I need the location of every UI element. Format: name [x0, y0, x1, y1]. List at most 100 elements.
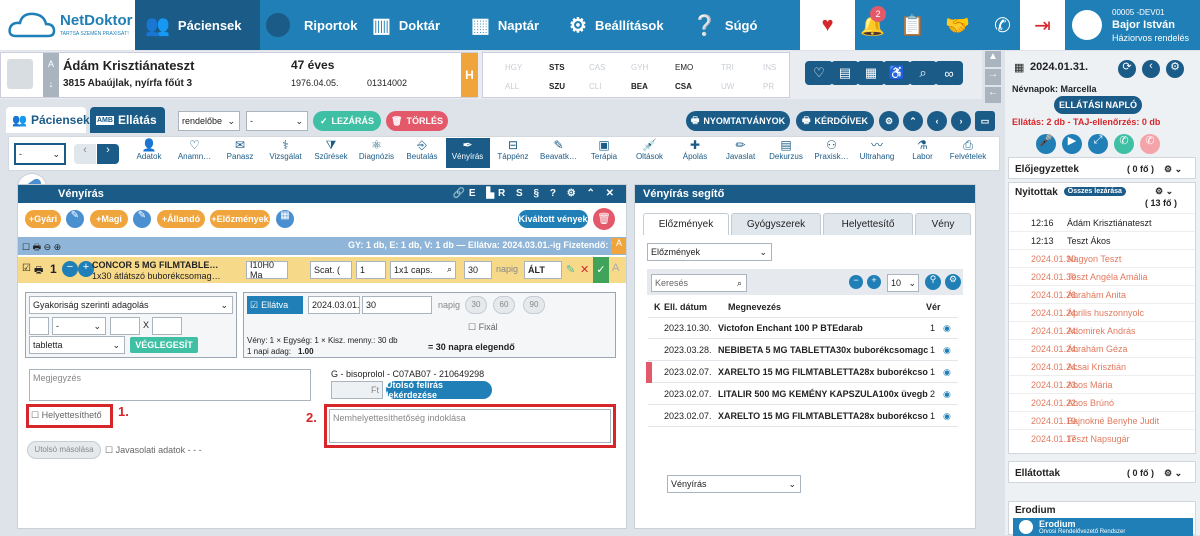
preset-30-button[interactable]: 30	[465, 296, 487, 314]
tool-beutalás[interactable]: ⎆ Beutalás	[400, 138, 444, 168]
table-row[interactable]: 2023.02.07. LITALIR 500 MG KEMÉNY KAPSZUL…	[648, 384, 958, 405]
search-icon[interactable]: ⌕	[447, 264, 452, 275]
vital-pr[interactable]: PR	[763, 82, 774, 91]
tool-panasz[interactable]: ✉ Panasz	[218, 138, 262, 168]
tool-select[interactable]: - ⌄	[14, 143, 66, 165]
vital-tri[interactable]: TRI	[721, 63, 734, 72]
list-item[interactable]: 2024.01.23. Abos Mária	[1009, 375, 1195, 393]
tab-veny[interactable]: Vény	[915, 213, 971, 235]
tool-diagnózis[interactable]: ⚛ Diagnózis	[355, 138, 399, 168]
veglegesit-button[interactable]: VÉGLEGESÍT	[130, 337, 198, 353]
vital-all[interactable]: ALL	[505, 82, 519, 91]
patient-card[interactable]: A ↓ Ádám Krisztiánateszt 3815 Abaújlak, n…	[0, 52, 478, 98]
call-icon[interactable]: ✆	[1114, 134, 1134, 154]
tool-labor[interactable]: ⚗ Labor	[901, 138, 945, 168]
count-select[interactable]: 1	[356, 261, 386, 279]
gyari-button[interactable]: +Gyári	[25, 210, 61, 228]
tab-gyogyszerek[interactable]: Gyógyszerek	[731, 213, 821, 235]
megjegyzes-textarea[interactable]: Megjegyzés	[29, 369, 311, 401]
vital-gyh[interactable]: GYH	[631, 63, 648, 72]
bottom-select[interactable]: Vényírás ⌄	[667, 475, 801, 493]
list-item[interactable]: 12:13 Teszt Ákos	[1009, 231, 1195, 249]
ellatva-days-input[interactable]: 30	[362, 296, 432, 314]
header-icons[interactable]: 🔗E ▙R S § ? ⚙ ⌃ ✕	[452, 188, 618, 199]
tools-prev-button[interactable]: ‹	[74, 144, 96, 164]
preset-90-button[interactable]: 90	[523, 296, 545, 314]
view-icon[interactable]: ◉	[943, 389, 951, 400]
diagnosis-code-input[interactable]: I10H0 Ma	[246, 260, 288, 280]
nav-riportok[interactable]: Riportok	[262, 0, 362, 50]
scat-select[interactable]: Scat. (	[310, 261, 352, 279]
ellatva-date-input[interactable]: 2024.03.01.	[308, 296, 360, 314]
dose-input-2[interactable]	[110, 317, 140, 335]
a-flag[interactable]: A	[612, 262, 619, 274]
calendar-icon[interactable]: ▦	[276, 210, 294, 228]
nav-doktar[interactable]: ▥ Doktár	[368, 0, 463, 50]
confirm-button[interactable]: ✓	[593, 257, 609, 283]
tool-felvételek[interactable]: ⎙ Felvételek	[946, 138, 990, 168]
helyettesitheto-checkbox[interactable]: ☐ Helyettesíthető	[31, 410, 102, 421]
tool-szűrések[interactable]: ⧩ Szűrések	[309, 138, 353, 168]
per-page-select[interactable]: 10 ⌄	[887, 274, 919, 292]
tab-pacientek[interactable]: 👥 Páciensek	[6, 107, 90, 133]
list-item[interactable]: 2024.01.22. Abos Brúnó	[1009, 393, 1195, 411]
prev-button[interactable]: ‹	[927, 111, 947, 131]
document-button[interactable]: ▤	[831, 61, 859, 85]
close-icon[interactable]: ✕	[580, 263, 589, 276]
alt-select[interactable]: ÁLT	[524, 261, 562, 279]
minus-button[interactable]: −	[62, 261, 78, 277]
patient-transfer-button[interactable]: ♿	[883, 61, 911, 85]
list-item[interactable]: 2024.01.24. Ábrahám Géza	[1009, 339, 1195, 357]
building-button[interactable]: ▦	[857, 61, 885, 85]
kerdoivek-button[interactable]: 🖶 KÉRDŐÍVEK	[796, 111, 874, 131]
search-input[interactable]: Keresés ⌕	[651, 274, 747, 292]
section-tools[interactable]: ⚙ ⌄	[1164, 468, 1182, 479]
vital-csa[interactable]: CSA	[675, 82, 692, 91]
vital-hgy[interactable]: HGY	[505, 63, 522, 72]
search-doc-button[interactable]: ⌕	[909, 61, 937, 85]
dosage-mode-select[interactable]: Gyakoriság szerinti adagolás ⌄	[29, 296, 233, 314]
zoom-in-icon[interactable]: +	[867, 275, 881, 289]
view-icon[interactable]: ◉	[943, 323, 951, 334]
tool-praxisk[interactable]: ⚇ Praxisk…	[810, 138, 854, 168]
list-item[interactable]: 2024.01.17. Teszt Napsugár	[1009, 429, 1195, 447]
nav-beallitasok[interactable]: ⚙ Beállítások	[565, 0, 685, 50]
list-item[interactable]: 2024.01.24. Április huszonnyolc	[1009, 303, 1195, 321]
javasolati-checkbox[interactable]: ☐ Javasolati adatok - - -	[105, 445, 202, 456]
view-icon[interactable]: ◉	[943, 367, 951, 378]
table-row[interactable]: 2023.02.07. XARELTO 15 MG FILMTABLETTA28x…	[646, 362, 958, 383]
tool-vényírás[interactable]: ✒ Vényírás	[445, 138, 490, 168]
kivaltott-venyek-button[interactable]: Kiváltott vények	[518, 210, 588, 228]
form-select[interactable]: tabletta ⌄	[29, 336, 125, 354]
vital-sts[interactable]: STS	[549, 63, 565, 72]
collapse-panel-icon[interactable]: ‹	[1142, 60, 1160, 78]
vital-emo[interactable]: EMO	[675, 63, 693, 72]
vital-ins[interactable]: INS	[763, 63, 776, 72]
osszes-lezarasa-button[interactable]: Összes lezárása	[1063, 187, 1126, 196]
preset-60-button[interactable]: 60	[493, 296, 515, 314]
ellatasi-naplo-button[interactable]: ELLÁTÁSI NAPLÓ	[1054, 96, 1142, 114]
link-button[interactable]: ∞	[935, 61, 963, 85]
tool-ultrahang[interactable]: 〰 Ultrahang	[855, 138, 899, 168]
list-item[interactable]: 12:16 Ádám Krisztiánateszt	[1009, 213, 1195, 231]
list-item[interactable]: 2024.01.19. Bajnokné Benyhe Judit	[1009, 411, 1195, 429]
list-item[interactable]: 2024.01.26. Ábrahám Anita	[1009, 285, 1195, 303]
view-icon[interactable]: ◉	[943, 345, 951, 356]
hangup-icon[interactable]: ✆	[1140, 134, 1160, 154]
dose-unit-select[interactable]: - ⌄	[52, 317, 106, 335]
dose-input-1[interactable]	[29, 317, 49, 335]
torles-button[interactable]: 🗑 TÖRLÉS	[386, 111, 448, 131]
dose-input-3[interactable]	[152, 317, 182, 335]
scroll-up-button[interactable]: ▲	[985, 51, 1001, 67]
price-input[interactable]: Ft	[331, 381, 383, 399]
magi-button[interactable]: +Magi	[90, 210, 128, 228]
secondary-select[interactable]: - ⌄	[246, 111, 308, 131]
tool-javaslat[interactable]: ✏ Javaslat	[719, 138, 763, 168]
utolso-masolasa-button[interactable]: Utolsó másolása	[27, 441, 101, 459]
gear-icon[interactable]: ⚙	[945, 274, 961, 290]
refresh-icon[interactable]: ⟳	[1118, 60, 1136, 78]
section-tools[interactable]: ⚙ ⌄	[1164, 164, 1182, 175]
vital-uw[interactable]: UW	[721, 82, 734, 91]
filter-icon[interactable]: ⚲	[925, 274, 941, 290]
fullscreen-icon[interactable]: ⤢	[1088, 134, 1108, 154]
